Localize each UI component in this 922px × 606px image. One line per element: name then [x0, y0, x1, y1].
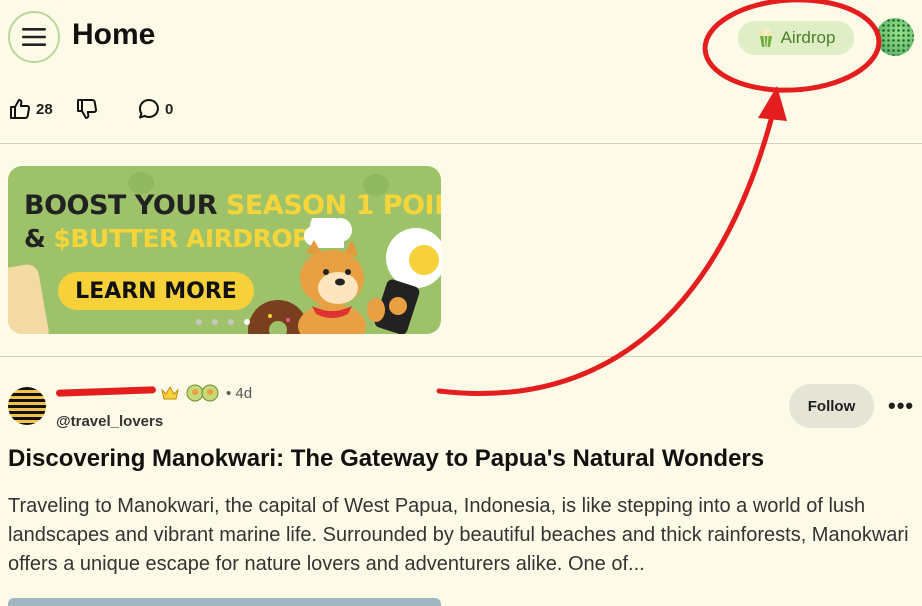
post-age: • 4d — [226, 384, 253, 402]
badge-icon — [186, 384, 219, 402]
menu-button[interactable] — [8, 11, 60, 63]
hamburger-icon — [22, 28, 46, 46]
toast-graphic — [8, 262, 51, 334]
shiba-mascot-illustration — [248, 218, 441, 334]
user-avatar[interactable] — [876, 18, 914, 56]
page-title: Home — [72, 18, 156, 51]
airdrop-label: Airdrop — [780, 28, 836, 47]
carousel-dot[interactable] — [212, 319, 218, 325]
post-author-handle[interactable]: @travel_lovers — [56, 413, 163, 430]
promo-banner[interactable]: BOOST YOUR SEASON 1 POINTS & $BUTTER AIR… — [8, 166, 441, 334]
dislike-button[interactable] — [75, 97, 99, 121]
carousel-dot[interactable] — [196, 319, 202, 325]
carousel-dot-active[interactable] — [244, 319, 250, 325]
airdrop-button[interactable]: Airdrop — [738, 21, 854, 55]
comment-count: 0 — [165, 100, 174, 118]
learn-more-button[interactable]: LEARN MORE — [58, 272, 254, 310]
carousel-dot[interactable] — [228, 319, 234, 325]
post-image[interactable] — [8, 598, 441, 606]
divider — [0, 356, 922, 357]
post-title[interactable]: Discovering Manokwari: The Gateway to Pa… — [8, 445, 908, 473]
follow-button[interactable]: Follow — [789, 384, 874, 428]
thumbs-up-icon — [10, 99, 30, 120]
comment-icon — [139, 99, 159, 119]
banner-headline: BOOST YOUR SEASON 1 POINTS — [24, 190, 441, 221]
crown-icon — [161, 385, 179, 400]
like-button[interactable]: 28 — [8, 97, 53, 121]
annotation-arrow — [436, 102, 778, 396]
thumbs-down-icon — [77, 98, 97, 119]
post-meta: • 4d — [160, 384, 252, 402]
carousel-indicators — [196, 319, 250, 325]
post-author-avatar[interactable] — [8, 387, 46, 425]
popcorn-icon — [758, 28, 773, 48]
redacted-username — [55, 386, 157, 397]
like-count: 28 — [36, 100, 53, 118]
annotation-arrowhead — [758, 86, 787, 121]
more-options-button[interactable]: ••• — [888, 393, 914, 419]
post-excerpt[interactable]: Traveling to Manokwari, the capital of W… — [8, 492, 913, 579]
comment-button[interactable]: 0 — [137, 97, 173, 121]
divider — [0, 143, 922, 144]
